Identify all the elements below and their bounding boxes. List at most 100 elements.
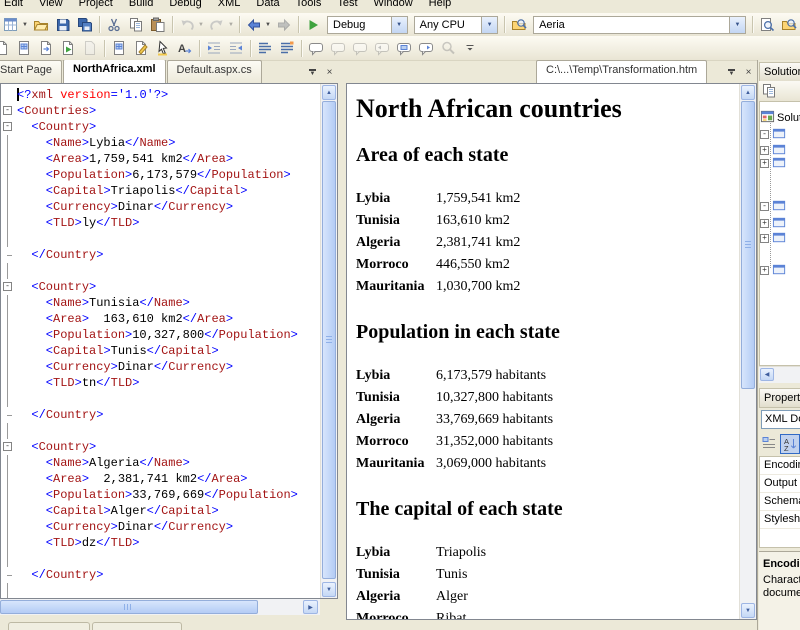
menu-view[interactable]: View: [31, 0, 71, 11]
collapse-icon[interactable]: -: [760, 202, 769, 211]
scroll-left-icon[interactable]: ◀: [760, 368, 774, 381]
uncomment-selection-icon[interactable]: [276, 38, 298, 58]
properties-grid[interactable]: EncodingOutputSchemasStylesheet: [759, 456, 800, 548]
expand-icon[interactable]: +: [760, 234, 769, 243]
solution-tree-item[interactable]: Solution: [760, 110, 800, 125]
navigate-backward-icon[interactable]: ▼: [243, 15, 273, 35]
close-tab-icon[interactable]: ×: [741, 65, 756, 80]
debug-configuration-combo[interactable]: Debug ▼: [327, 15, 408, 34]
create-schema-icon[interactable]: [13, 38, 35, 58]
open-file-icon[interactable]: [30, 15, 52, 35]
solution-tree-item[interactable]: -: [760, 199, 789, 214]
menu-test[interactable]: Test: [329, 0, 365, 11]
menu-build[interactable]: Build: [121, 0, 161, 11]
chevron-down-icon[interactable]: ▼: [729, 16, 745, 33]
solution-horizontal-scrollbar[interactable]: ◀: [759, 366, 800, 383]
chevron-down-icon[interactable]: ▼: [21, 22, 29, 28]
collapse-minus-icon[interactable]: -: [3, 106, 12, 115]
tab-default-aspx-cs[interactable]: Default.aspx.cs: [166, 60, 262, 83]
start-xslt-debugging-icon[interactable]: [57, 38, 79, 58]
scroll-right-icon[interactable]: ▶: [303, 600, 318, 614]
expand-icon[interactable]: +: [760, 219, 769, 228]
xml-code-area[interactable]: <?xml version='1.0'?> <Countries> <Countr…: [17, 87, 320, 598]
task-list-shortcut-icon[interactable]: [393, 38, 415, 58]
property-row[interactable]: Stylesheet: [760, 511, 800, 529]
toggle-bookmark-icon[interactable]: [305, 38, 327, 58]
start-debugging-icon[interactable]: [302, 15, 324, 35]
menu-xml[interactable]: XML: [210, 0, 249, 11]
solution-tree-item[interactable]: +: [760, 263, 789, 278]
save-icon[interactable]: [52, 15, 74, 35]
edit-namespaces-icon[interactable]: [130, 38, 152, 58]
chevron-down-icon[interactable]: ▼: [227, 22, 235, 28]
menu-window[interactable]: Window: [366, 0, 421, 11]
scroll-down-icon[interactable]: ▼: [741, 603, 755, 618]
find-in-files-icon[interactable]: [508, 15, 530, 35]
format-document-icon[interactable]: A: [174, 38, 196, 58]
scroll-down-icon[interactable]: ▼: [322, 582, 336, 597]
chevron-down-icon[interactable]: ▼: [197, 22, 205, 28]
chevron-down-icon[interactable]: ▼: [264, 22, 272, 28]
scrollbar-thumb[interactable]: [741, 101, 755, 389]
menu-debug[interactable]: Debug: [161, 0, 209, 11]
find-symbol-icon[interactable]: [756, 15, 778, 35]
preview-vertical-scrollbar[interactable]: ▲ ▼: [739, 84, 756, 619]
properties-object-combo[interactable]: XML Document: [761, 410, 800, 429]
solution-tree-item[interactable]: -: [760, 127, 789, 142]
search-combo[interactable]: Aeria ▼: [533, 15, 746, 34]
menu-data[interactable]: Data: [248, 0, 287, 11]
schema-view-icon[interactable]: [108, 38, 130, 58]
tab-transformation-htm[interactable]: C:\...\Temp\Transformation.htm: [536, 60, 708, 83]
transformation-preview-pane[interactable]: North African countries Area of each sta…: [346, 83, 757, 620]
solution-tree-item[interactable]: +: [760, 231, 789, 246]
tab-start-page[interactable]: Start Page: [0, 60, 62, 83]
scrollbar-thumb[interactable]: [322, 101, 336, 579]
platform-combo[interactable]: Any CPU ▼: [413, 15, 499, 34]
scrollbar-thumb[interactable]: [0, 600, 258, 614]
collapse-minus-icon[interactable]: -: [3, 442, 12, 451]
validate-xml-document-icon[interactable]: [0, 38, 13, 58]
menu-project[interactable]: Project: [71, 0, 121, 11]
chevron-down-icon[interactable]: ▼: [390, 16, 407, 33]
collapse-icon[interactable]: -: [760, 130, 769, 139]
properties-header[interactable]: Properties: [759, 388, 800, 408]
chevron-down-icon[interactable]: ▼: [481, 16, 498, 33]
editor-vertical-scrollbar[interactable]: ▲ ▼: [320, 84, 337, 598]
select-element-icon[interactable]: [152, 38, 174, 58]
alphabetical-icon[interactable]: AZ: [780, 434, 800, 454]
bottom-dock-tab[interactable]: [92, 622, 182, 630]
navigate-to-bookmark-icon[interactable]: [415, 38, 437, 58]
copy-icon[interactable]: [125, 15, 147, 35]
scroll-up-icon[interactable]: ▲: [322, 85, 336, 100]
expand-icon[interactable]: +: [760, 146, 769, 155]
expand-icon[interactable]: +: [760, 159, 769, 168]
code-outlining-margin[interactable]: - - - -: [1, 87, 17, 598]
properties-window-icon[interactable]: [759, 82, 779, 100]
save-all-icon[interactable]: [74, 15, 96, 35]
toolbar-options-icon[interactable]: [459, 38, 481, 58]
xml-editor[interactable]: - - - - <?xml version='1.0'?> <Countries> <C…: [0, 83, 338, 599]
comment-selection-icon[interactable]: [254, 38, 276, 58]
categorized-icon[interactable]: [760, 434, 778, 452]
increase-indent-icon[interactable]: [225, 38, 247, 58]
menu-edit[interactable]: Edit: [0, 0, 31, 11]
property-row[interactable]: Output: [760, 475, 800, 493]
find-options-icon[interactable]: [778, 15, 800, 35]
bottom-dock-tab[interactable]: [8, 622, 90, 630]
collapse-minus-icon[interactable]: -: [3, 122, 12, 131]
tab-northafrica-xml[interactable]: NorthAfrica.xml: [62, 60, 166, 83]
menu-help[interactable]: Help: [421, 0, 460, 11]
solution-tree-item[interactable]: +: [760, 156, 789, 171]
expand-icon[interactable]: +: [760, 266, 769, 275]
property-row[interactable]: Schemas: [760, 493, 800, 511]
tab-list-dropdown-icon[interactable]: ▼: [305, 65, 320, 80]
add-new-item-icon[interactable]: ▼: [0, 15, 30, 35]
close-tab-icon[interactable]: ×: [322, 65, 337, 80]
menu-tools[interactable]: Tools: [288, 0, 330, 11]
property-row[interactable]: Encoding: [760, 457, 800, 475]
cut-icon[interactable]: [103, 15, 125, 35]
scroll-up-icon[interactable]: ▲: [741, 85, 755, 100]
paste-icon[interactable]: [147, 15, 169, 35]
decrease-indent-icon[interactable]: [203, 38, 225, 58]
tab-list-dropdown-icon[interactable]: ▼: [724, 65, 739, 80]
